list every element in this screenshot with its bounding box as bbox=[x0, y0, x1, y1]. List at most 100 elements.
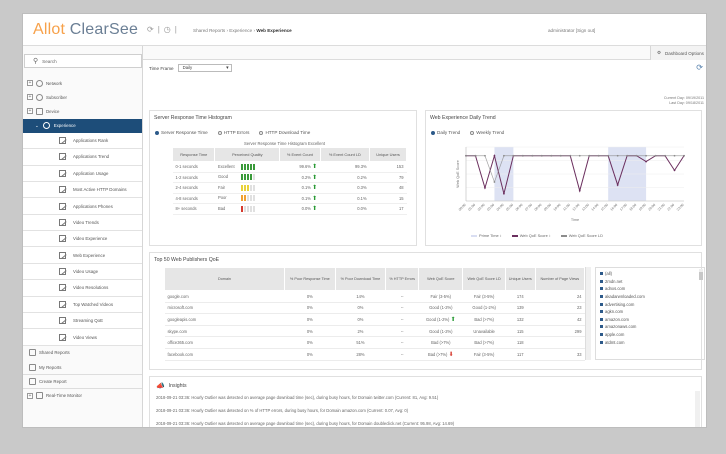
radio-server-response-time[interactable]: Server Response Time bbox=[155, 130, 208, 135]
legend-web-qoe-score[interactable]: Web QoE Score ↕ bbox=[511, 233, 551, 238]
sidebar-item-subscriber[interactable]: + Subscriber bbox=[23, 90, 142, 104]
domain-cell[interactable]: office365.com bbox=[164, 336, 285, 349]
publishers-column-header[interactable]: Unique Users bbox=[504, 267, 536, 291]
domain-filter-item[interactable]: atdmt.com bbox=[600, 338, 700, 346]
domain-cell[interactable]: googleapis.com bbox=[164, 313, 285, 326]
expand-icon[interactable]: + bbox=[27, 108, 33, 115]
data-point[interactable] bbox=[654, 154, 657, 157]
checkbox-checked-icon[interactable] bbox=[600, 279, 603, 283]
publisher-row[interactable]: skype.com 0% 2% -- Good (1-2%) Unavailable 115… bbox=[164, 325, 585, 338]
sidebar-search[interactable]: ⚲ Search bbox=[24, 54, 142, 68]
histogram-column-header[interactable]: % Event Count bbox=[279, 147, 321, 162]
data-point[interactable] bbox=[588, 154, 591, 157]
sidebar-subitem[interactable]: Video Experience bbox=[23, 231, 142, 248]
domain-filter-item[interactable]: advertising.com bbox=[600, 300, 700, 308]
legend-web-qoe-score-ld[interactable]: Web QoE Score LD bbox=[560, 233, 603, 238]
sidebar-subitem[interactable]: Streaming QoE bbox=[23, 313, 142, 330]
histogram-column-header[interactable]: Response Time bbox=[171, 147, 216, 162]
data-point[interactable] bbox=[474, 154, 477, 157]
publisher-row[interactable]: googleapis.com 0% 0% -- Good (1-2%) ⬆ Bad (>7… bbox=[164, 313, 585, 326]
data-point[interactable] bbox=[626, 154, 629, 157]
domain-cell[interactable]: google.com bbox=[164, 290, 285, 303]
expand-icon[interactable]: + bbox=[27, 94, 33, 101]
data-point[interactable] bbox=[512, 154, 515, 157]
dashboard-options-button[interactable]: ⚙ Dashboard Options bbox=[650, 46, 706, 60]
domain-cell[interactable]: skype.com bbox=[164, 325, 285, 338]
radio-http-download-time[interactable]: HTTP Download Time bbox=[259, 130, 310, 135]
domain-filter-item[interactable]: amazon.com bbox=[600, 316, 700, 324]
sidebar-item-real-time-monitor[interactable]: + Real-Time Monitor bbox=[23, 388, 142, 402]
sidebar-subitem[interactable]: Video Resolutions bbox=[23, 280, 142, 297]
checkbox-checked-icon[interactable] bbox=[600, 302, 603, 306]
data-point[interactable] bbox=[493, 154, 496, 157]
data-point[interactable] bbox=[550, 154, 553, 157]
histogram-column-header[interactable]: Perceived Quality bbox=[214, 147, 281, 162]
sidebar-subitem[interactable]: Video Usage bbox=[23, 263, 142, 281]
data-point[interactable] bbox=[673, 169, 676, 172]
domain-filter-item[interactable]: akadarwnloaded.com bbox=[600, 293, 700, 301]
checkbox-checked-icon[interactable] bbox=[600, 317, 603, 321]
sidebar-subitem[interactable]: Application Usage bbox=[23, 165, 142, 182]
publishers-column-header[interactable]: Web QoE Score bbox=[418, 267, 464, 291]
domain-cell[interactable]: facebook.com bbox=[164, 348, 285, 361]
sidebar-subitem[interactable]: Web Experience bbox=[23, 247, 142, 264]
table-scrollbar[interactable] bbox=[585, 267, 591, 360]
breadcrumb-path[interactable]: Shared Reports › Experience › bbox=[193, 28, 255, 33]
domain-filter-item[interactable]: 2mdn.net bbox=[600, 278, 700, 286]
sidebar-subitem[interactable]: Video Views bbox=[23, 329, 142, 346]
publishers-column-header[interactable]: Domain bbox=[164, 267, 285, 291]
data-point[interactable] bbox=[597, 154, 600, 157]
histogram-column-header[interactable]: % Event Count LD bbox=[319, 147, 371, 162]
sidebar-item-shared-reports[interactable]: Shared Reports bbox=[23, 346, 142, 360]
publisher-row[interactable]: google.com 0% 14% -- Fair (3-5%) Fair (3-5%) 1… bbox=[164, 290, 585, 303]
data-point[interactable] bbox=[503, 154, 505, 157]
domain-filter-item[interactable]: amazonaws.com bbox=[600, 323, 700, 331]
publishers-column-header[interactable]: % HTTP Errors bbox=[385, 267, 420, 291]
sidebar-subitem[interactable]: Applications Phones bbox=[23, 198, 142, 215]
data-point[interactable] bbox=[493, 181, 496, 183]
sidebar-item-network[interactable]: + Network bbox=[23, 76, 142, 90]
data-point[interactable] bbox=[616, 184, 619, 186]
sidebar-subitem[interactable]: Most Active HTTP Domains bbox=[23, 181, 142, 199]
domain-list-scroll-thumb[interactable] bbox=[699, 272, 703, 280]
sidebar-item-create-report[interactable]: Create Report bbox=[23, 374, 142, 388]
refresh-icon[interactable]: ⟳ bbox=[147, 25, 154, 34]
data-point[interactable] bbox=[616, 154, 619, 157]
sidebar-subitem[interactable]: Applications Rank bbox=[23, 132, 142, 150]
domain-filter-item[interactable]: agkn.com bbox=[600, 308, 700, 316]
histogram-column-header[interactable]: Unique Users bbox=[369, 147, 407, 162]
sidebar-subitem[interactable]: Top Watched Videos bbox=[23, 296, 142, 314]
radio-http-errors[interactable]: HTTP Errors bbox=[217, 130, 249, 135]
data-point[interactable] bbox=[664, 154, 666, 157]
domain-filter-item[interactable]: (all) bbox=[600, 270, 700, 278]
check-weekly-trend[interactable]: Weekly Trend bbox=[470, 130, 504, 135]
checkbox-checked-icon[interactable] bbox=[600, 340, 603, 344]
data-point[interactable] bbox=[465, 154, 467, 157]
sidebar-subitem[interactable]: Video Trends bbox=[23, 214, 142, 232]
domain-filter-item[interactable]: adnxs.com bbox=[600, 285, 700, 293]
expand-icon[interactable]: + bbox=[27, 392, 33, 399]
domain-cell[interactable]: microsoft.com bbox=[164, 302, 285, 315]
publisher-row[interactable]: facebook.com 0% 28% -- Bad (>7%) ⬇ Fair (3-5%… bbox=[164, 348, 585, 361]
data-point[interactable] bbox=[540, 154, 543, 157]
expand-icon[interactable]: + bbox=[27, 80, 33, 87]
data-point[interactable] bbox=[484, 154, 486, 157]
publisher-row[interactable]: microsoft.com 0% 0% -- Good (1-2%) Good (1-2%… bbox=[164, 302, 585, 315]
sidebar-item-device[interactable]: + Device bbox=[23, 104, 142, 118]
refresh-icon[interactable]: ⟳ bbox=[696, 63, 703, 72]
data-point[interactable] bbox=[645, 160, 647, 163]
insights-scrollbar[interactable] bbox=[695, 391, 700, 427]
data-point[interactable] bbox=[607, 154, 610, 157]
data-point[interactable] bbox=[521, 154, 524, 157]
data-point[interactable] bbox=[569, 154, 572, 157]
data-point[interactable] bbox=[484, 186, 486, 189]
publishers-column-header[interactable]: % Poor Download Time bbox=[334, 267, 387, 291]
checkbox-checked-icon[interactable] bbox=[600, 287, 603, 291]
checkbox-checked-icon[interactable] bbox=[600, 325, 603, 329]
legend-prime-time[interactable]: Prime Time ↕ bbox=[471, 233, 502, 238]
history-icon[interactable]: ◷ bbox=[164, 25, 171, 34]
app-logo[interactable]: Allot ClearSee bbox=[33, 21, 138, 39]
check-daily-trend[interactable]: Daily Trend bbox=[431, 130, 460, 135]
sidebar-item-experience[interactable]: ⌄ Experience bbox=[23, 118, 142, 133]
checkbox-checked-icon[interactable] bbox=[600, 333, 603, 337]
